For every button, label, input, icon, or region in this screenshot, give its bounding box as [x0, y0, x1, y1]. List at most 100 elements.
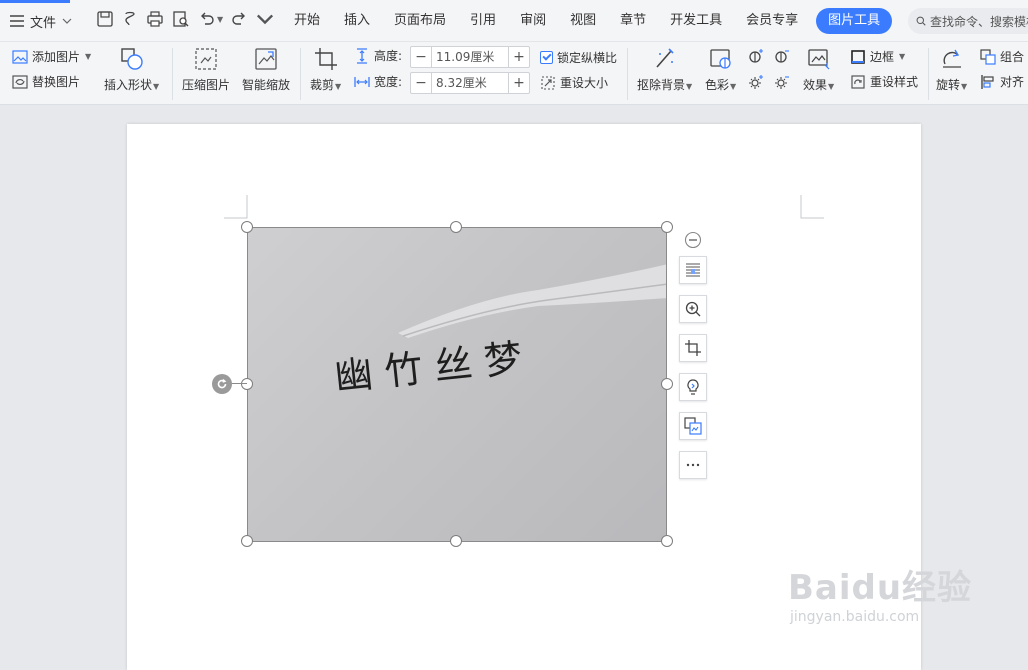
watermark-logo: Baidu经验 — [788, 568, 973, 608]
rotate-handle[interactable] — [212, 374, 232, 394]
remove-background-button[interactable]: 抠除背景▼ — [637, 46, 692, 93]
rotate-button[interactable]: 旋转▼ — [936, 46, 967, 93]
more-options-button[interactable] — [679, 451, 707, 479]
watermark-url: jingyan.baidu.com — [790, 609, 920, 625]
ribbon-divider — [627, 48, 628, 100]
format-painter-icon — [125, 11, 135, 26]
tab-section[interactable]: 章节 — [608, 8, 658, 34]
resize-handle-right[interactable] — [661, 378, 673, 390]
smart-suggest-button[interactable] — [679, 373, 707, 401]
file-menu-label: 文件 — [30, 15, 57, 31]
active-indicator — [0, 0, 70, 3]
zoom-picture-button[interactable] — [679, 295, 707, 323]
chevron-down-icon — [256, 14, 274, 25]
tab-developer[interactable]: 开发工具 — [658, 8, 734, 34]
command-search-input[interactable]: 查找命令、搜索模板 — [908, 8, 1028, 34]
contrast-increase-button[interactable] — [748, 48, 764, 64]
undo-caret-icon: ▼ — [217, 14, 224, 24]
remove-background-label: 抠除背景 — [637, 78, 686, 92]
tab-home[interactable]: 开始 — [282, 8, 332, 34]
brightness-decrease-icon — [775, 76, 789, 89]
reset-style-button[interactable]: 重设样式 — [850, 73, 918, 90]
tab-page-layout[interactable]: 页面布局 — [382, 8, 458, 34]
print-preview-button[interactable] — [172, 10, 190, 28]
more-icon — [686, 463, 700, 467]
resize-handle-top-left[interactable] — [241, 221, 253, 233]
smart-scale-label: 智能缩放 — [242, 78, 291, 92]
collapse-toolbar-icon[interactable] — [684, 231, 702, 249]
save-button[interactable] — [96, 10, 114, 28]
selected-picture[interactable]: 幽竹丝梦 — [247, 227, 667, 542]
replace-picture-label: 替换图片 — [32, 75, 81, 89]
replace-picture-button[interactable]: 替换图片 — [12, 73, 80, 90]
align-button[interactable]: 对齐 — [980, 73, 1024, 90]
align-label: 对齐 — [1000, 75, 1025, 89]
brightness-increase-button[interactable] — [748, 74, 764, 90]
crop-icon — [314, 48, 337, 70]
print-preview-icon — [173, 11, 189, 27]
tab-insert[interactable]: 插入 — [332, 8, 382, 34]
smart-scale-icon — [255, 48, 277, 70]
picture-to-text-button[interactable] — [679, 412, 707, 440]
compress-picture-icon — [195, 48, 217, 70]
group-button[interactable]: 组合 — [980, 48, 1024, 65]
tab-review[interactable]: 审阅 — [508, 8, 558, 34]
group-icon — [980, 48, 996, 65]
margin-corner-marker — [224, 195, 248, 219]
width-increment-button[interactable]: + — [509, 73, 529, 93]
compress-picture-button[interactable]: 压缩图片 — [182, 46, 230, 93]
tab-membership[interactable]: 会员专享 — [734, 8, 810, 34]
crop-button[interactable]: 裁剪▼ — [310, 46, 341, 93]
lock-ratio-checkbox[interactable]: 锁定纵横比 — [540, 49, 617, 66]
insert-shape-icon — [120, 48, 143, 70]
remove-background-icon — [655, 48, 674, 68]
chevron-down-icon: ▼ — [686, 82, 693, 91]
resize-handle-left[interactable] — [241, 378, 253, 390]
ribbon-divider — [300, 48, 301, 100]
zoom-in-icon — [685, 301, 701, 317]
reset-style-icon — [851, 74, 865, 89]
tab-picture-tools[interactable]: 图片工具 — [816, 8, 893, 34]
ribbon-tabs: 开始 插入 页面布局 引用 审阅 视图 章节 开发工具 会员专享 图片工具 — [282, 8, 893, 34]
effects-button[interactable]: 效果▼ — [803, 46, 834, 93]
effects-icon — [807, 49, 830, 70]
height-spinner[interactable]: − 11.09厘米 + — [410, 46, 530, 68]
height-decrement-button[interactable]: − — [411, 47, 431, 67]
resize-handle-bottom[interactable] — [450, 535, 462, 547]
reset-size-button[interactable]: 重设大小 — [540, 74, 608, 91]
checkbox-checked-icon — [540, 51, 553, 64]
contrast-decrease-button[interactable] — [774, 48, 790, 64]
height-icon — [357, 47, 367, 64]
color-button[interactable]: 色彩▼ — [705, 46, 736, 93]
customize-toolbar-button[interactable] — [256, 10, 274, 28]
text-wrap-button[interactable] — [679, 256, 707, 284]
brightness-decrease-button[interactable] — [774, 74, 790, 90]
undo-button[interactable]: ▼ — [198, 10, 223, 28]
crop-picture-button[interactable] — [679, 334, 707, 362]
height-increment-button[interactable]: + — [509, 47, 529, 67]
format-painter-button[interactable] — [122, 10, 140, 28]
file-menu[interactable]: 文件 — [10, 8, 72, 34]
tab-view[interactable]: 视图 — [558, 8, 608, 34]
redo-button[interactable] — [230, 10, 248, 28]
width-spinner[interactable]: − 8.32厘米 + — [410, 72, 530, 94]
print-button[interactable] — [146, 10, 164, 28]
width-value-input[interactable]: 8.32厘米 — [431, 73, 509, 93]
insert-shape-button[interactable]: 插入形状▼ — [104, 46, 159, 93]
resize-handle-top-right[interactable] — [661, 221, 673, 233]
border-icon — [851, 49, 865, 64]
chevron-down-icon: ▼ — [335, 82, 342, 91]
smart-scale-button[interactable]: 智能缩放 — [242, 46, 290, 93]
border-button[interactable]: 边框 ▼ — [850, 48, 905, 65]
add-picture-button[interactable]: 添加图片 ▼ — [12, 48, 91, 65]
margin-corner-marker — [800, 195, 824, 219]
width-decrement-button[interactable]: − — [411, 73, 431, 93]
resize-handle-bottom-right[interactable] — [661, 535, 673, 547]
resize-handle-top[interactable] — [450, 221, 462, 233]
height-value-input[interactable]: 11.09厘米 — [431, 47, 509, 67]
rotate-icon — [942, 49, 961, 68]
resize-handle-bottom-left[interactable] — [241, 535, 253, 547]
tab-references[interactable]: 引用 — [458, 8, 508, 34]
ribbon-divider — [928, 48, 929, 100]
crop-icon — [685, 340, 701, 356]
